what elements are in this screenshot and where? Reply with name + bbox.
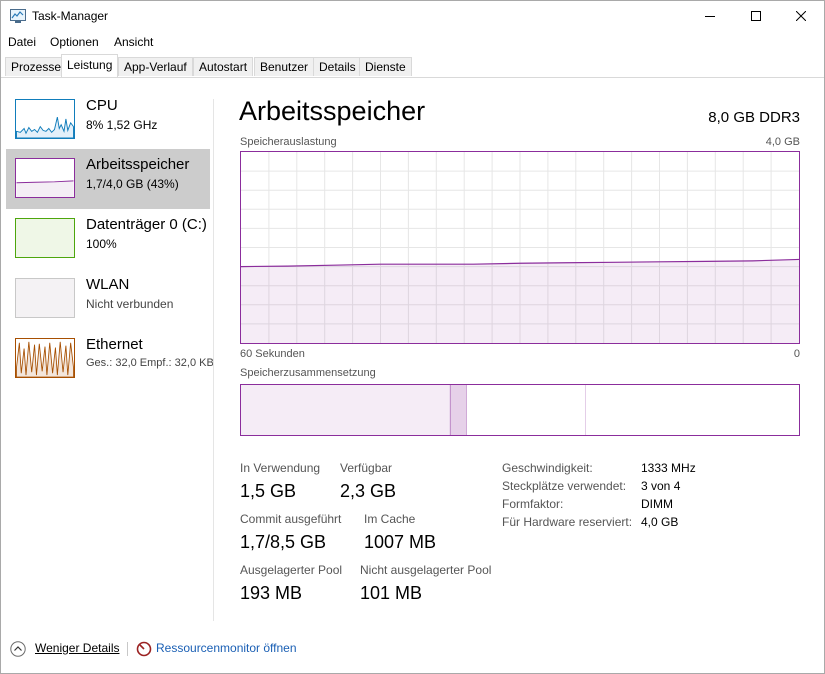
nonpaged-pool-value: 101 MB (360, 583, 423, 603)
memory-type: 8,0 GB DDR3 (708, 109, 800, 126)
composition-free (585, 385, 799, 435)
memory-composition-bar (240, 384, 800, 436)
sidebar-item-datentraeger[interactable]: Datenträger 0 (C:) 100% (6, 209, 210, 269)
memory-usage-chart (240, 151, 800, 344)
speed-label: Geschwindigkeit: (502, 461, 593, 475)
footer-separator (127, 642, 128, 656)
hardware-reserved-label: Für Hardware reserviert: (502, 515, 633, 529)
sidebar-item-arbeitsspeicher[interactable]: Arbeitsspeicher 1,7/4,0 GB (43%) (6, 149, 210, 209)
paged-pool-value: 193 MB (240, 583, 303, 603)
tab-benutzer[interactable]: Benutzer (254, 57, 315, 76)
tab-strip: Prozesse Leistung App-Verlauf Autostart … (1, 54, 824, 78)
in-use-label: In Verwendung (240, 461, 321, 475)
in-use-value: 1,5 GB (240, 481, 297, 501)
speed-value: 1333 MHz (641, 461, 696, 475)
sidebar-item-wlan[interactable]: WLAN Nicht verbunden (6, 269, 210, 329)
sidebar-item-ethernet[interactable]: Ethernet Ges.: 32,0 Empf.: 32,0 KBit/s (6, 329, 214, 389)
slots-value: 3 von 4 (641, 479, 681, 493)
available-value: 2,3 GB (340, 481, 397, 501)
sidebar-item-label: Datenträger 0 (C:) (86, 216, 207, 233)
minimize-icon (705, 16, 715, 17)
cpu-thumbnail (15, 99, 75, 139)
resource-monitor-icon (136, 641, 152, 657)
form-factor-value: DIMM (641, 497, 673, 511)
tab-prozesse[interactable]: Prozesse (5, 57, 68, 76)
slots-label: Steckplätze verwendet: (502, 479, 627, 493)
composition-in-use (241, 385, 451, 435)
sidebar-item-label: Arbeitsspeicher (86, 156, 190, 173)
task-manager-icon (10, 9, 26, 23)
close-button[interactable] (778, 1, 824, 31)
composition-modified (450, 385, 467, 435)
menu-datei[interactable]: Datei (8, 35, 36, 49)
composition-label: Speicherzusammensetzung (240, 367, 376, 379)
usage-chart-label: Speicherauslastung (240, 136, 337, 148)
menu-ansicht[interactable]: Ansicht (114, 35, 153, 49)
cache-value: 1007 MB (364, 532, 437, 552)
title-bar: Task-Manager (1, 1, 824, 31)
fewer-details-label: Weniger Details (35, 641, 120, 655)
disk-thumbnail (15, 218, 75, 258)
form-factor-label: Formfaktor: (502, 497, 564, 511)
sidebar-item-label: Ethernet (86, 336, 143, 353)
commit-value: 1,7/8,5 GB (240, 532, 327, 552)
usage-chart-max: 4,0 GB (765, 136, 800, 148)
menu-optionen[interactable]: Optionen (50, 35, 99, 49)
maximize-icon (751, 11, 761, 21)
sidebar-item-cpu[interactable]: CPU 8% 1,52 GHz (6, 90, 210, 150)
window-title: Task-Manager (32, 9, 109, 23)
maximize-button[interactable] (733, 1, 779, 31)
ethernet-thumbnail (15, 338, 75, 378)
sidebar-item-value: 100% (86, 237, 117, 251)
resource-monitor-link[interactable]: Ressourcenmonitor öffnen (156, 641, 297, 655)
performance-sidebar: CPU 8% 1,52 GHz Arbeitsspeicher 1,7/4,0 … (1, 78, 214, 623)
sidebar-item-value: Ges.: 32,0 Empf.: 32,0 KBit/s (86, 357, 214, 369)
minimize-button[interactable] (687, 1, 733, 31)
tab-dienste[interactable]: Dienste (359, 57, 412, 76)
wlan-thumbnail (15, 278, 75, 318)
hardware-reserved-value: 4,0 GB (641, 515, 679, 529)
task-manager-window: Task-Manager Datei Optionen Ansicht Proz… (0, 0, 825, 674)
footer-bar: Weniger Details Ressourcenmonitor öffnen (1, 637, 824, 661)
paged-pool-label: Ausgelagerter Pool (240, 563, 343, 577)
menu-bar: Datei Optionen Ansicht (1, 32, 824, 52)
sidebar-item-value: 1,7/4,0 GB (43%) (86, 177, 179, 191)
tab-leistung[interactable]: Leistung (61, 54, 119, 77)
chevron-up-icon[interactable] (10, 641, 26, 657)
nonpaged-pool-label: Nicht ausgelagerter Pool (360, 563, 492, 577)
sidebar-item-label: CPU (86, 97, 118, 114)
chart-time-label: 60 Sekunden (240, 348, 305, 360)
sidebar-item-label: WLAN (86, 276, 130, 293)
cache-label: Im Cache (364, 512, 416, 526)
tab-autostart[interactable]: Autostart (193, 57, 254, 76)
chart-time-right: 0 (793, 348, 800, 360)
chart-area-fill (241, 259, 799, 343)
commit-label: Commit ausgeführt (240, 512, 342, 526)
available-label: Verfügbar (340, 461, 393, 475)
tab-app-verlauf[interactable]: App-Verlauf (118, 57, 193, 76)
memory-thumbnail (15, 158, 75, 198)
composition-standby (466, 385, 586, 435)
sidebar-item-value: Nicht verbunden (86, 297, 174, 311)
sidebar-divider (213, 99, 214, 621)
tab-details[interactable]: Details (313, 57, 362, 76)
fewer-details-link[interactable]: Weniger Details (35, 641, 119, 655)
close-icon (796, 11, 806, 21)
sidebar-item-value: 8% 1,52 GHz (86, 118, 158, 132)
page-title: Arbeitsspeicher (239, 96, 426, 126)
